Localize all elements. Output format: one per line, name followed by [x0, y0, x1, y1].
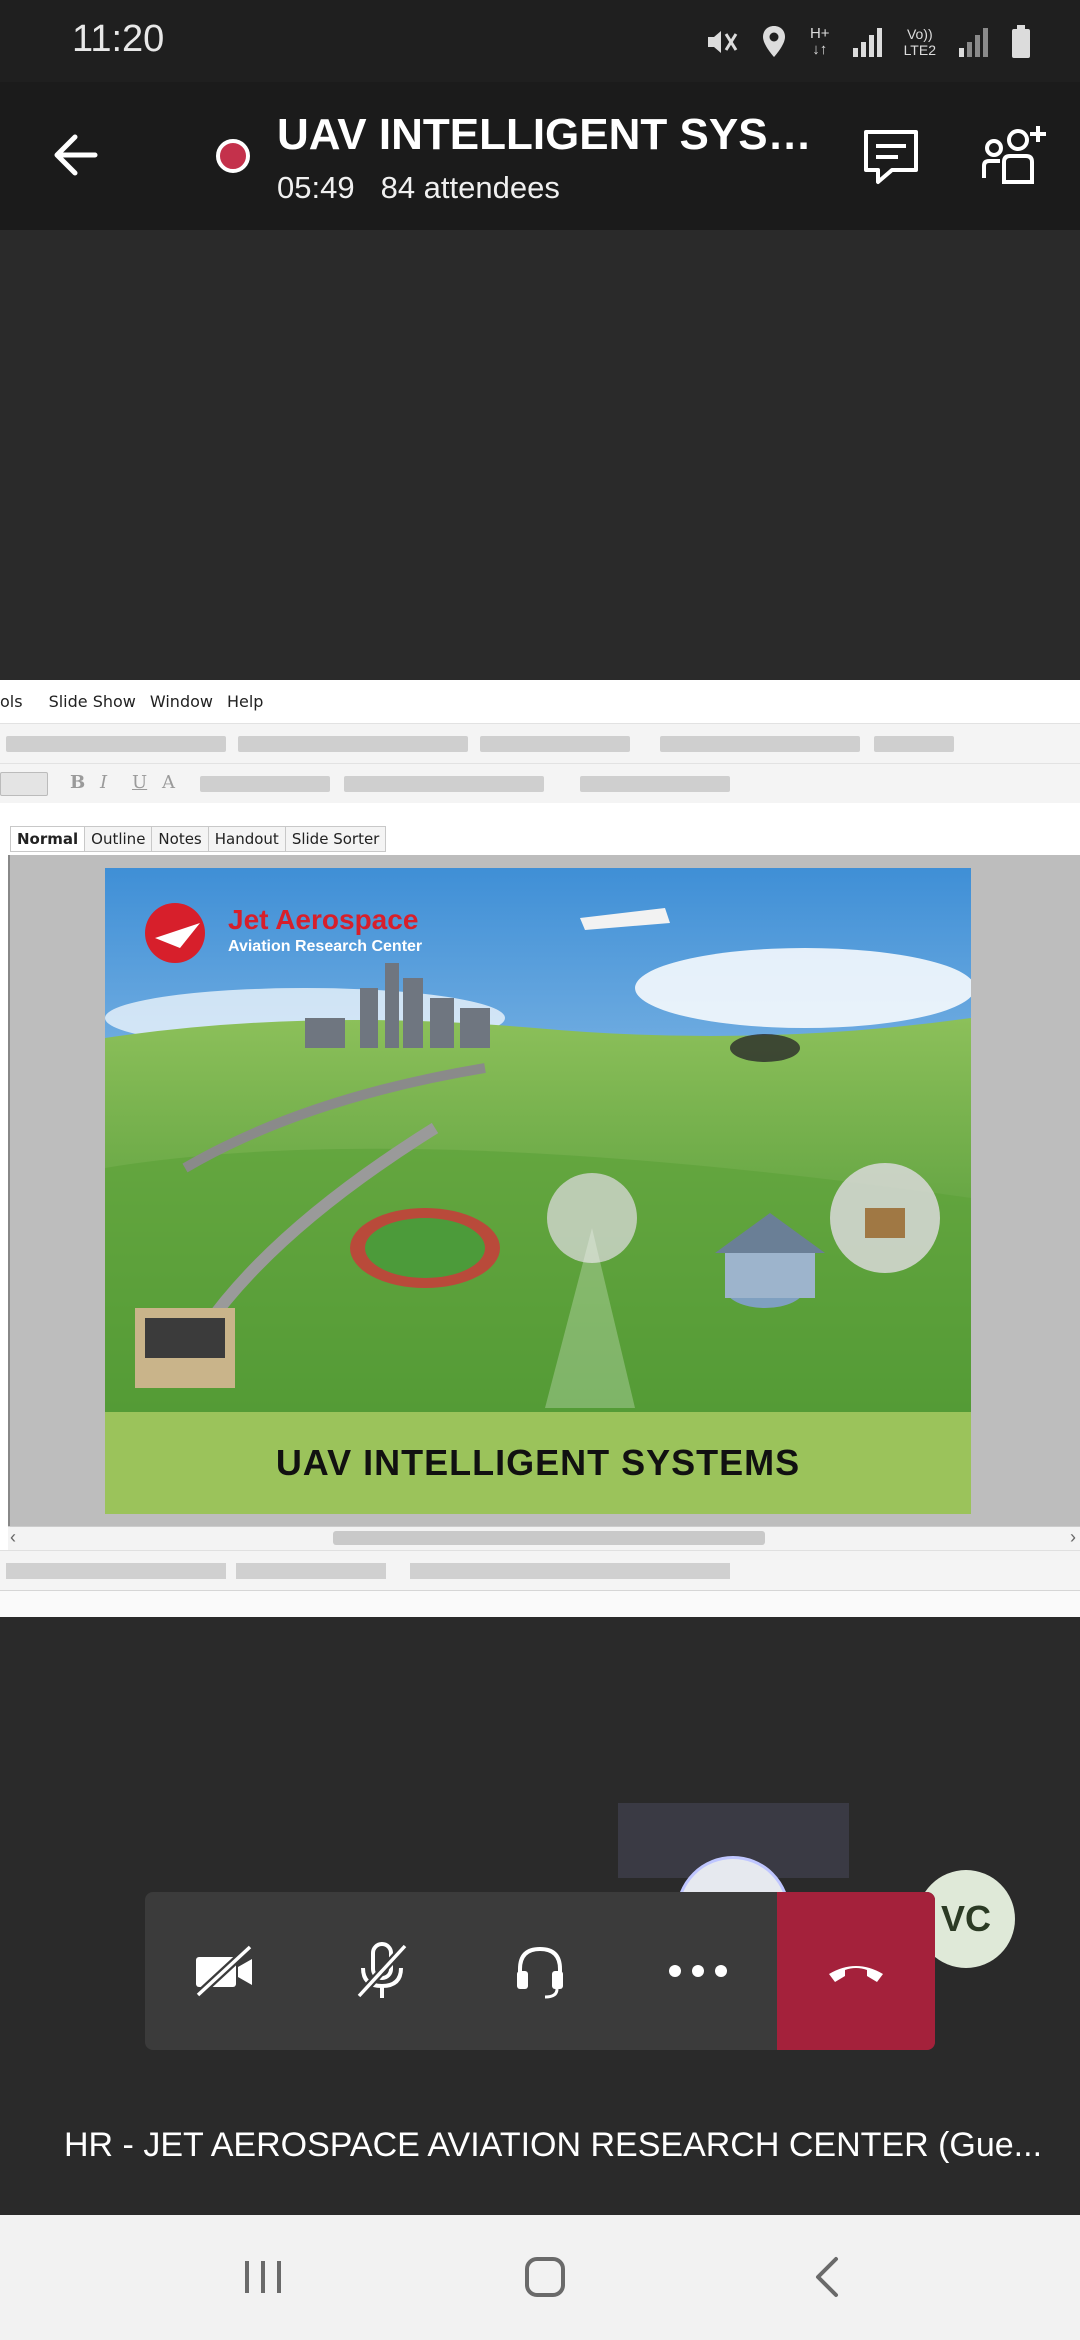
meeting-title[interactable]: UAV INTELLIGENT SYST...	[277, 110, 817, 160]
font-color-button[interactable]: A	[162, 772, 175, 793]
menu-item-tools[interactable]: ols	[0, 692, 23, 711]
mic-toggle-button[interactable]	[303, 1892, 461, 2050]
camera-off-icon	[195, 1944, 253, 1998]
toolbar-buttons[interactable]	[236, 1563, 386, 1579]
recording-indicator	[216, 139, 250, 173]
volte-lte2-icon: Vo)) LTE2	[904, 26, 936, 58]
call-controls	[145, 1892, 935, 2050]
home-button[interactable]	[510, 2247, 580, 2307]
add-people-icon	[982, 126, 1046, 184]
slide-logo-title: Jet Aerospace	[228, 904, 419, 935]
recent-apps-button[interactable]	[228, 2247, 298, 2307]
toolbar-buttons[interactable]	[6, 1563, 226, 1579]
more-options-button[interactable]	[619, 1892, 777, 2050]
toolbar-buttons[interactable]	[410, 1563, 730, 1579]
toolbar-buttons[interactable]	[344, 776, 544, 792]
toolbar-buttons[interactable]	[238, 736, 468, 752]
slide-logo-subtitle: Aviation Research Center	[228, 938, 423, 955]
scroll-thumb[interactable]	[333, 1531, 765, 1545]
toolbar-buttons[interactable]	[480, 736, 630, 752]
arrow-left-icon	[54, 134, 98, 176]
signal-icon	[852, 28, 882, 57]
menu-item-slide-show[interactable]: Slide Show	[49, 692, 136, 711]
recent-apps-icon	[245, 2261, 281, 2293]
menu-bar: ols Slide Show Window Help	[0, 680, 1080, 723]
chat-icon	[864, 130, 918, 184]
chat-button[interactable]	[858, 124, 924, 190]
back-nav-icon	[816, 2257, 838, 2297]
data-arrows-glyph: ↓↑	[812, 41, 828, 58]
slide-title-band: UAV INTELLIGENT SYSTEMS	[105, 1412, 971, 1514]
hplus-label: H+	[809, 25, 830, 42]
mute-vibrate-icon	[707, 31, 738, 53]
formatting-toolbar[interactable]: B I U A	[0, 763, 1080, 803]
underline-button[interactable]: U	[132, 772, 147, 793]
font-size-box[interactable]	[0, 772, 48, 796]
back-nav-button[interactable]	[792, 2247, 862, 2307]
toolbar-buttons[interactable]	[200, 776, 330, 792]
scroll-left-icon[interactable]: ‹	[10, 1527, 16, 1548]
toolbar-buttons[interactable]	[6, 736, 226, 752]
status-icons: H+ ↓↑ Vo)) LTE2	[702, 20, 1032, 64]
tab-slide-sorter[interactable]: Slide Sorter	[285, 826, 387, 852]
drawing-toolbar[interactable]	[0, 1550, 1080, 1590]
lte2-label: LTE2	[903, 42, 936, 58]
call-duration: 05:49	[277, 170, 355, 205]
add-people-button[interactable]	[978, 122, 1050, 192]
hang-up-button[interactable]	[777, 1892, 935, 2050]
standard-toolbar[interactable]	[0, 723, 1080, 763]
volte-label: Vo))	[906, 26, 933, 42]
signal-icon	[959, 28, 988, 57]
toolbar-buttons[interactable]	[660, 736, 860, 752]
italic-button[interactable]: I	[100, 772, 107, 793]
active-speaker-name: HR - JET AEROSPACE AVIATION RESEARCH CEN…	[64, 2126, 1043, 2164]
bold-button[interactable]: B	[70, 772, 85, 793]
attendee-count[interactable]: 84 attendees	[381, 170, 560, 206]
back-button[interactable]	[42, 122, 108, 188]
audio-device-button[interactable]	[461, 1892, 619, 2050]
headset-icon	[517, 1946, 563, 1999]
status-time: 11:20	[72, 18, 165, 60]
view-tabs: Normal Outline Notes Handout Slide Sorte…	[10, 826, 387, 852]
status-bar: 11:20 H+ ↓↑ Vo)) LTE2	[0, 0, 1080, 82]
camera-toggle-button[interactable]	[145, 1892, 303, 2050]
horizontal-scrollbar[interactable]: ‹ ›	[8, 1526, 1080, 1550]
menu-item-window[interactable]: Window	[150, 692, 213, 711]
menu-item-help[interactable]: Help	[227, 692, 263, 711]
system-nav-bar	[0, 2215, 1080, 2340]
app-status-bar	[0, 1590, 1080, 1617]
presentation-slide: Jet Aerospace Aviation Research Center U…	[105, 868, 971, 1514]
call-header: UAV INTELLIGENT SYST... 05:49 84 attende…	[0, 82, 1080, 230]
tab-notes[interactable]: Notes	[152, 826, 209, 852]
toolbar-buttons[interactable]	[874, 736, 954, 752]
more-icon	[669, 1965, 727, 1977]
slide-title: UAV INTELLIGENT SYSTEMS	[275, 1442, 801, 1483]
toolbar-buttons[interactable]	[580, 776, 730, 792]
hplus-data-icon: H+ ↓↑	[810, 26, 830, 58]
tab-handout[interactable]: Handout	[208, 826, 286, 852]
mic-off-icon	[356, 1942, 408, 1999]
scroll-right-icon[interactable]: ›	[1070, 1527, 1076, 1548]
battery-icon	[1012, 25, 1030, 58]
tab-outline[interactable]: Outline	[85, 826, 153, 852]
hang-up-icon	[829, 1966, 883, 1982]
tab-normal[interactable]: Normal	[10, 826, 86, 852]
meeting-meta: 05:49 84 attendees	[277, 170, 560, 206]
home-icon	[525, 2257, 565, 2297]
location-icon	[762, 26, 785, 57]
